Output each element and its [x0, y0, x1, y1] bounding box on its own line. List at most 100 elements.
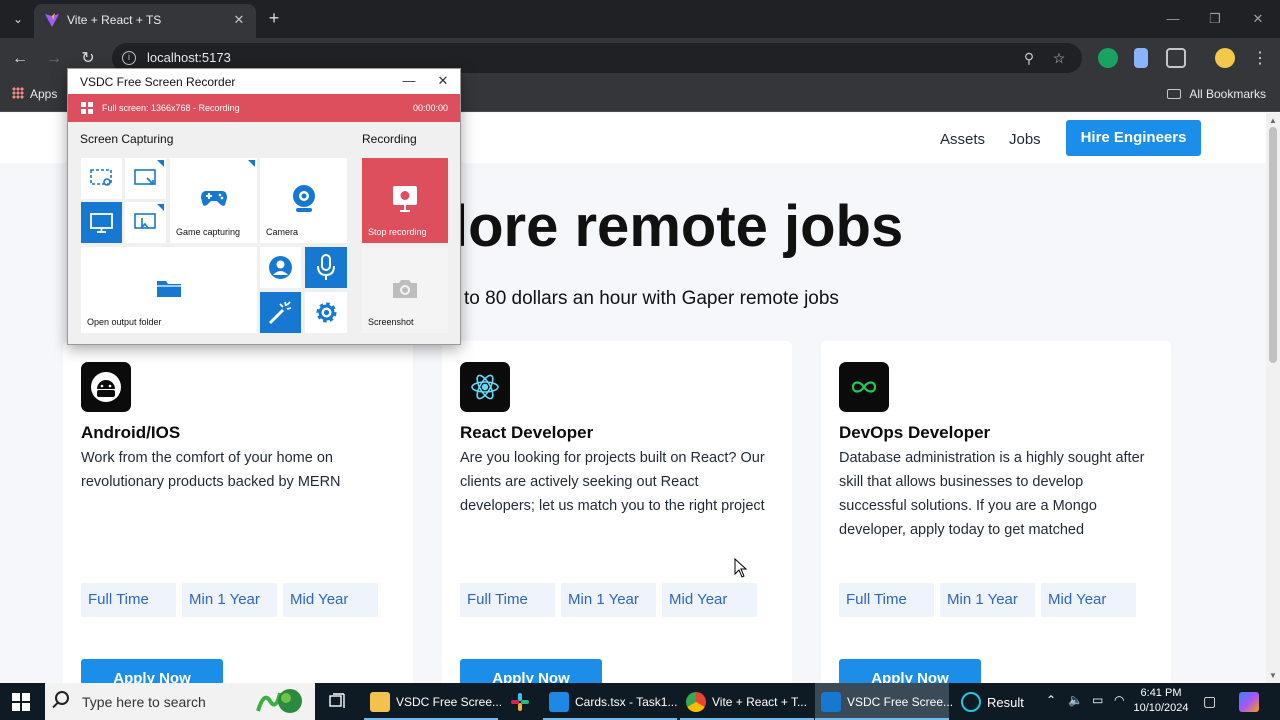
- magic-wand-icon: [268, 301, 292, 325]
- game-capturing-button[interactable]: Game capturing: [170, 158, 257, 243]
- vsdc-minimize-icon[interactable]: —: [399, 72, 419, 90]
- corner-indicator: [157, 204, 164, 211]
- tab-search-icon[interactable]: ⌄: [6, 8, 30, 30]
- taskbar-slack[interactable]: [505, 683, 533, 720]
- hire-engineers-button[interactable]: Hire Engineers: [1066, 120, 1201, 156]
- mouse-cursor-icon: [734, 558, 748, 578]
- bookmark-apps-label: Apps: [30, 87, 58, 101]
- taskbar-search-box[interactable]: Type here to search: [45, 683, 315, 720]
- card-description: Database administration is a highly soug…: [839, 450, 1145, 538]
- zoom-icon[interactable]: ⚲: [1020, 49, 1038, 67]
- apply-now-button[interactable]: Apply Now: [81, 659, 223, 683]
- taskbar-clock[interactable]: 6:41 PM 10/10/2024: [1130, 686, 1192, 716]
- scroll-thumb[interactable]: [1269, 127, 1277, 363]
- minimize-window-icon[interactable]: —: [1158, 8, 1188, 30]
- window-capture-button[interactable]: [125, 158, 166, 199]
- extensions-puzzle-icon[interactable]: [1166, 48, 1186, 68]
- webcam-icon: [293, 185, 315, 212]
- volume-icon[interactable]: 🔈: [1068, 693, 1083, 707]
- nav-assets[interactable]: Assets: [940, 131, 985, 148]
- apply-now-button[interactable]: Apply Now: [460, 659, 602, 683]
- tab-close-icon[interactable]: ✕: [230, 11, 248, 29]
- microphone-button[interactable]: [305, 247, 347, 288]
- stop-recording-button[interactable]: Stop recording: [362, 158, 448, 243]
- screenshot-button[interactable]: Screenshot: [362, 247, 448, 333]
- forward-icon[interactable]: →: [43, 48, 65, 70]
- taskbar-item-result[interactable]: Result: [955, 683, 1035, 720]
- follow-mouse-button[interactable]: [125, 202, 166, 243]
- bookmark-apps[interactable]: Apps: [12, 87, 57, 101]
- nav-jobs[interactable]: Jobs: [1009, 131, 1041, 148]
- search-highlight-icon: [256, 689, 302, 713]
- taskbar-item-label: VSDC Free Scree...: [847, 695, 954, 709]
- notifications-icon[interactable]: ▢: [1203, 693, 1216, 710]
- camera-icon: [393, 280, 417, 298]
- tag-level: Mid Year: [662, 583, 757, 617]
- vsdc-close-icon[interactable]: ✕: [433, 72, 453, 90]
- taskbar-item-chrome[interactable]: Vite + React + T...: [680, 683, 814, 720]
- camera-button[interactable]: Camera: [260, 158, 347, 243]
- task-view-icon[interactable]: [325, 683, 349, 720]
- vsdc-titlebar[interactable]: VSDC Free Screen Recorder — ✕: [68, 69, 460, 94]
- copilot-button[interactable]: [1236, 683, 1262, 720]
- card-title: DevOps Developer: [839, 423, 991, 442]
- taskbar-item-label: VSDC Free Scree...: [396, 695, 503, 709]
- apply-now-button[interactable]: Apply Now: [839, 659, 981, 683]
- tile-label: Stop recording: [368, 227, 427, 237]
- battery-icon[interactable]: ▭: [1092, 693, 1103, 707]
- taskbar-item-vsdc-folder[interactable]: VSDC Free Scree...: [364, 683, 502, 720]
- folder-icon: [370, 692, 390, 712]
- clock-date: 10/10/2024: [1133, 702, 1189, 714]
- browser-tab[interactable]: Vite + React + TS ✕: [34, 4, 256, 38]
- taskbar-item-label: Cards.tsx - Task1...: [575, 695, 678, 709]
- wifi-icon[interactable]: ◠: [1114, 693, 1124, 707]
- grammarly-extension-icon[interactable]: [1098, 48, 1118, 68]
- user-icon: [269, 256, 292, 279]
- reload-icon[interactable]: ↻: [77, 48, 99, 70]
- webcam-overlay-button[interactable]: [260, 247, 301, 288]
- card-description: Are you looking for projects built on Re…: [460, 450, 765, 514]
- tray-overflow-icon[interactable]: ⌃: [1046, 693, 1056, 707]
- new-tab-icon[interactable]: +: [264, 8, 284, 30]
- page-scrollbar[interactable]: ▲ ▼: [1266, 113, 1280, 683]
- hero-subtitle: to 80 dollars an hour with Gaper remote …: [464, 288, 839, 309]
- docs-extension-icon[interactable]: [1134, 48, 1148, 68]
- address-url[interactable]: localhost:5173: [147, 50, 231, 65]
- scroll-down-icon[interactable]: ▼: [1269, 671, 1277, 680]
- microphone-icon: [317, 254, 335, 280]
- section-recording: Recording: [362, 132, 417, 146]
- close-window-icon[interactable]: ✕: [1243, 8, 1273, 30]
- card-title: React Developer: [460, 423, 594, 442]
- browser-menu-icon[interactable]: ⋮: [1249, 48, 1271, 70]
- corner-indicator: [157, 160, 164, 167]
- all-bookmarks[interactable]: All Bookmarks: [1167, 87, 1266, 101]
- profile-avatar[interactable]: [1215, 48, 1235, 68]
- back-icon[interactable]: ←: [9, 48, 31, 70]
- gear-icon: [316, 302, 337, 323]
- card-description: Work from the comfort of your home on re…: [81, 450, 341, 490]
- tile-label: Open output folder: [87, 317, 162, 327]
- taskbar-item-vscode[interactable]: Cards.tsx - Task1...: [543, 683, 677, 720]
- monitor-icon: [90, 213, 113, 233]
- section-screen-capturing: Screen Capturing: [80, 132, 174, 146]
- restore-window-icon[interactable]: ❐: [1200, 8, 1230, 30]
- windows-grid-icon: [81, 102, 93, 114]
- slack-icon: [511, 693, 529, 711]
- scroll-up-icon[interactable]: ▲: [1269, 116, 1277, 125]
- gamepad-icon: [201, 191, 227, 206]
- windows-start-icon[interactable]: [12, 693, 30, 711]
- clock-time: 6:41 PM: [1140, 687, 1182, 699]
- taskbar-search-placeholder: Type here to search: [82, 694, 206, 710]
- site-info-icon[interactable]: i: [122, 51, 136, 65]
- tile-label: Camera: [266, 227, 299, 237]
- settings-button[interactable]: [305, 292, 347, 333]
- region-capture-button[interactable]: [81, 158, 122, 199]
- vsdc-status-bar: Full screen: 1366x768 - Recording 00:00:…: [68, 94, 460, 122]
- fullscreen-capture-button[interactable]: [81, 202, 122, 243]
- tile-label: Screenshot: [368, 317, 414, 327]
- drawing-tool-button[interactable]: [260, 292, 301, 333]
- tag-full-time: Full Time: [839, 583, 934, 617]
- bookmark-star-icon[interactable]: ☆: [1050, 49, 1068, 67]
- open-output-folder-button[interactable]: Open output folder: [81, 247, 257, 333]
- taskbar-item-vsdc-recorder[interactable]: VSDC Free Scree...: [815, 683, 953, 720]
